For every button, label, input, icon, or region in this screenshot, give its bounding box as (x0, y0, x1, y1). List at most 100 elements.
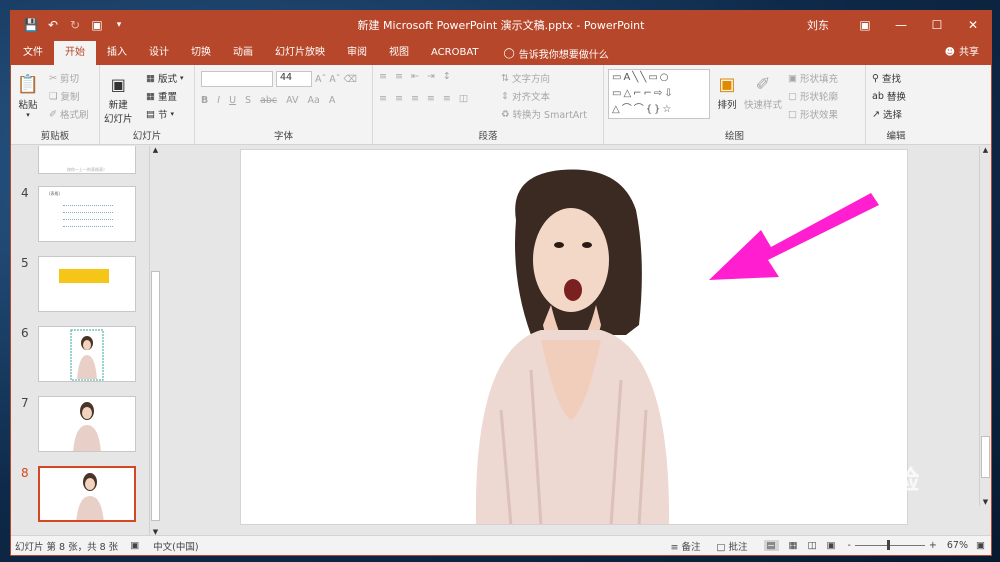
tab-file[interactable]: 文件 (11, 41, 54, 65)
reading-view-icon[interactable]: ◫ (808, 540, 817, 551)
format-painter-button[interactable]: ✐ 格式刷 (49, 107, 88, 122)
paste-button[interactable]: 📋 粘贴 ▾ (15, 71, 41, 120)
comments-button[interactable]: □ 批注 (717, 539, 748, 553)
zoom-level[interactable]: 67% (947, 540, 968, 551)
char-spacing-icon[interactable]: AV (286, 95, 298, 106)
tab-review[interactable]: 审阅 (336, 41, 378, 65)
slide-thumbnail-6[interactable]: 6 (11, 326, 151, 384)
line-spacing-icon[interactable]: ↕ (443, 71, 451, 82)
align-text-button[interactable]: ⇕ 对齐文本 (501, 89, 550, 104)
slide-sorter-icon[interactable]: ▦ (789, 540, 798, 551)
save-icon[interactable]: 💾 (23, 18, 39, 32)
reset-button[interactable]: ▦ 重置 (146, 89, 177, 104)
close-icon[interactable]: ✕ (955, 11, 991, 39)
clear-formatting-icon[interactable]: ⌫ (344, 74, 357, 85)
shadow-icon[interactable]: S (245, 95, 251, 106)
smartart-button[interactable]: ♻ 转换为 SmartArt (501, 107, 587, 122)
woman-photo[interactable] (475, 169, 670, 526)
woman-photo-thumbnail (76, 473, 104, 520)
effects-icon: □ (788, 108, 797, 120)
share-button[interactable]: ☻ 共享 (945, 41, 991, 65)
slideshow-from-start-icon[interactable]: ▣ (89, 18, 105, 32)
quick-styles-button[interactable]: ✐ 快速样式 (744, 71, 782, 112)
zoom-slider[interactable] (854, 540, 925, 550)
tab-view[interactable]: 视图 (378, 41, 420, 65)
slide-thumbnail-5[interactable]: 5 (11, 256, 151, 314)
find-button[interactable]: ⚲ 查找 (872, 71, 901, 86)
change-case-icon[interactable]: Aa (308, 95, 320, 106)
group-editing: ⚲ 查找 ab 替换 ↗ 选择 编辑 (866, 65, 926, 144)
canvas-scrollbar[interactable]: ▲ ▼ (979, 146, 991, 506)
spellcheck-icon[interactable]: ▣ (130, 540, 139, 551)
tab-transitions[interactable]: 切换 (180, 41, 222, 65)
shape-effects-button[interactable]: □ 形状效果 (788, 107, 838, 122)
tab-insert[interactable]: 插入 (96, 41, 138, 65)
notes-button[interactable]: ≡ 备注 (671, 539, 701, 553)
cut-button[interactable]: ✂ 剪切 (49, 71, 79, 86)
slide-thumbnail-7[interactable]: 7 (11, 396, 151, 454)
decrease-indent-icon[interactable]: ⇤ (411, 71, 419, 82)
slide-thumbnail-4[interactable]: 4 (表格) (11, 186, 151, 244)
align-right-icon[interactable]: ≡ (411, 93, 419, 104)
scroll-thumb[interactable] (151, 271, 160, 521)
tab-animations[interactable]: 动画 (222, 41, 264, 65)
comment-icon: □ (716, 541, 729, 553)
section-button[interactable]: ▤ 节 ▾ (146, 107, 174, 122)
thumbnails-scrollbar[interactable]: ▲ ▼ (149, 146, 161, 536)
shrink-font-icon[interactable]: Aˇ (329, 74, 340, 85)
zoom-in-button[interactable]: + (929, 540, 937, 551)
underline-icon[interactable]: U (229, 95, 236, 106)
text-direction-button[interactable]: ⇅ 文字方向 (501, 71, 550, 86)
font-color-icon[interactable]: A (329, 95, 336, 106)
align-center-icon[interactable]: ≡ (395, 93, 403, 104)
align-left-icon[interactable]: ≡ (379, 93, 387, 104)
select-button[interactable]: ↗ 选择 (872, 107, 902, 122)
minimize-icon[interactable]: — (883, 11, 919, 39)
user-name[interactable]: 刘东 (807, 17, 829, 33)
shape-fill-button[interactable]: ▣ 形状填充 (788, 71, 838, 86)
slideshow-view-icon[interactable]: ▣ (827, 540, 836, 551)
tab-acrobat[interactable]: ACROBAT (420, 41, 490, 65)
arrange-button[interactable]: ▣ 排列 (714, 71, 740, 112)
bold-icon[interactable]: B (201, 95, 208, 106)
scroll-up-icon[interactable]: ▲ (980, 146, 991, 154)
next-slide-icon[interactable]: ▼ (980, 498, 991, 506)
shapes-gallery[interactable]: ▭A╲╲▭○ ▭△⌐⌐⇨⇩ △⌒⌒{}☆ (608, 69, 710, 119)
tab-design[interactable]: 设计 (138, 41, 180, 65)
columns-icon[interactable]: ◫ (459, 93, 468, 104)
tab-slideshow[interactable]: 幻灯片放映 (264, 41, 336, 65)
normal-view-icon[interactable]: ▤ (763, 540, 779, 551)
language-status[interactable]: 中文(中国) (153, 539, 198, 553)
magenta-arrow-shape[interactable] (709, 193, 879, 280)
ribbon-display-options-icon[interactable]: ▣ (847, 11, 883, 39)
reset-label: 重置 (157, 92, 177, 103)
slide-thumbnail-3[interactable]: 按你一上一的表格表！ (11, 146, 151, 176)
replace-button[interactable]: ab 替换 (872, 89, 906, 104)
justify-icon[interactable]: ≡ (427, 93, 435, 104)
zoom-out-button[interactable]: - (847, 540, 850, 551)
grow-font-icon[interactable]: Aˆ (315, 74, 326, 85)
customize-qat-icon[interactable]: ▾ (111, 20, 127, 30)
increase-indent-icon[interactable]: ⇥ (427, 71, 435, 82)
scroll-up-icon[interactable]: ▲ (150, 146, 161, 154)
new-slide-button[interactable]: ▣ 新建 幻灯片 (104, 71, 133, 126)
zoom-slider-thumb[interactable] (886, 540, 890, 550)
redo-icon[interactable]: ↻ (67, 18, 83, 32)
maximize-icon[interactable]: ☐ (919, 11, 955, 39)
copy-button[interactable]: ❏ 复制 (49, 89, 80, 104)
italic-icon[interactable]: I (217, 95, 220, 106)
distributed-icon[interactable]: ≡ (443, 93, 451, 104)
slide-thumbnail-8[interactable]: 8 (11, 466, 151, 524)
numbering-icon[interactable]: ≡ (395, 71, 403, 82)
tab-home[interactable]: 开始 (54, 41, 96, 65)
font-name-input[interactable] (201, 71, 273, 87)
undo-icon[interactable]: ↶ (45, 18, 61, 32)
layout-button[interactable]: ▦ 版式 ▾ (146, 71, 184, 86)
fit-slide-icon[interactable]: ▣ (976, 540, 985, 551)
shape-outline-button[interactable]: ▢ 形状轮廓 (788, 89, 838, 104)
tell-me-box[interactable]: ◯ 告诉我你想要做什么 (490, 41, 609, 65)
bullets-icon[interactable]: ≡ (379, 71, 387, 82)
scroll-thumb[interactable] (981, 436, 990, 478)
font-size-input[interactable]: 44 (276, 71, 312, 87)
strikethrough-icon[interactable]: abc (260, 95, 277, 106)
